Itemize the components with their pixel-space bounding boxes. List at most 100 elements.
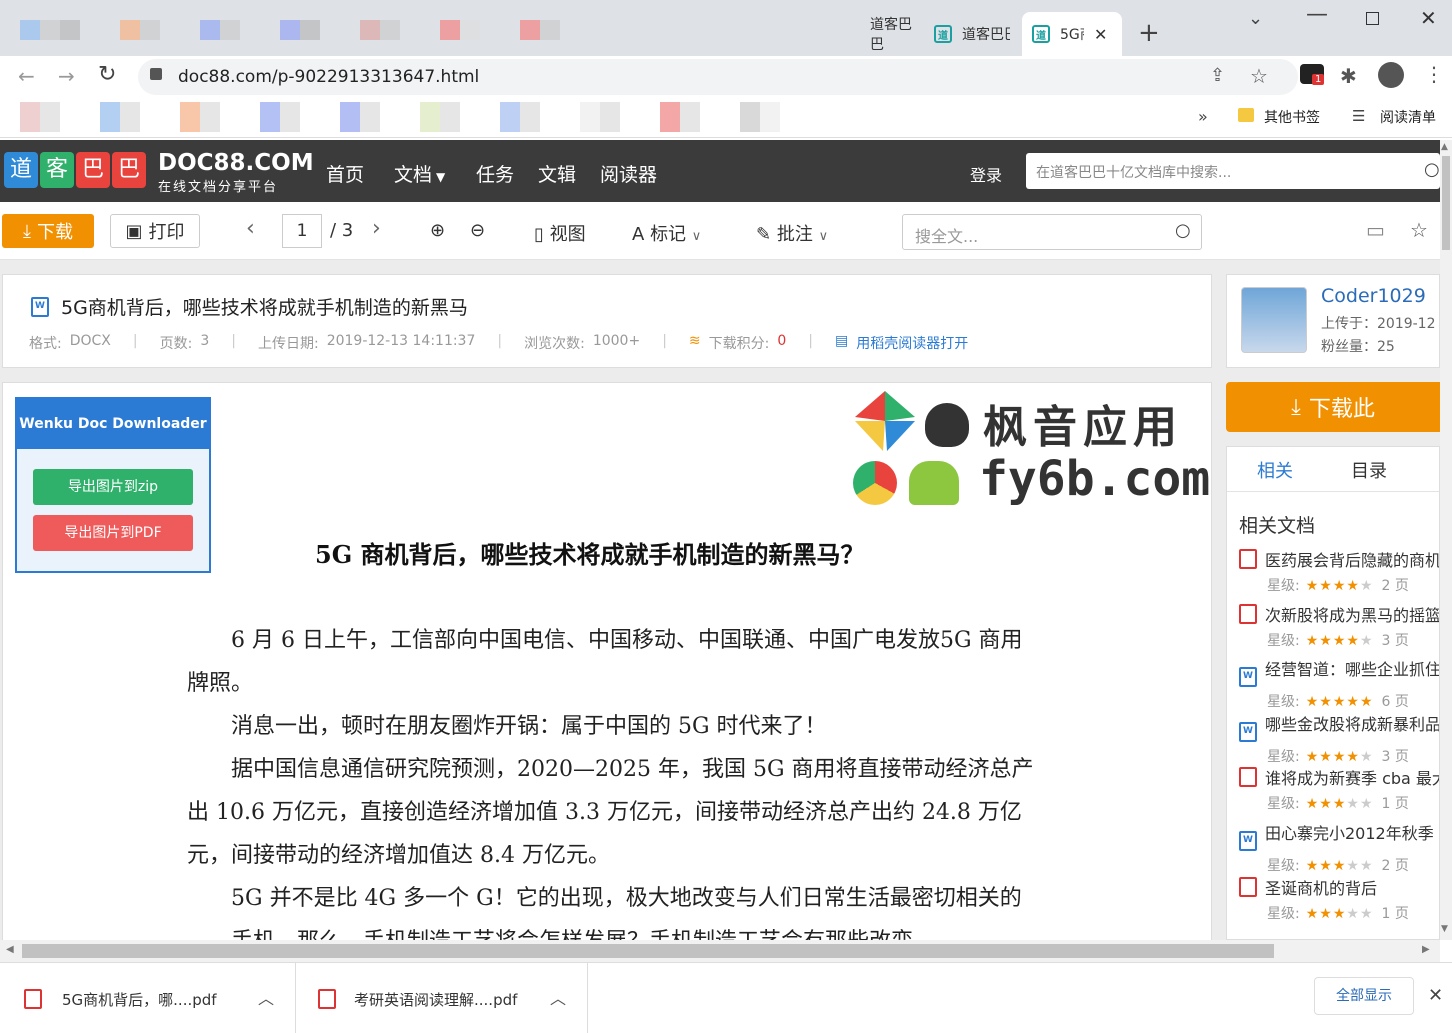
annotate-button[interactable]: ✎ 批注 ∨ [756,220,828,246]
minimize-icon[interactable]: — [1306,2,1328,27]
rating-label: 星级: [1267,578,1300,594]
chevron-up-icon[interactable]: ︿ [550,985,566,1009]
related-title-text: 次新股将成为黑马的摇篮 [1265,605,1440,625]
nav-home[interactable]: 首页 [326,160,364,187]
star-icon: ★ [1305,858,1320,874]
star-icon: ★ [1346,905,1360,922]
scroll-up-icon[interactable]: ▲ [1441,142,1448,152]
page-input[interactable]: 1 [282,214,322,248]
download-doc-button[interactable]: ⤓ 下载此 [1226,382,1440,432]
reading-list[interactable]: 阅读清单 [1380,107,1436,127]
download-item[interactable]: 5G商机背后，哪....pdf ︿ [0,963,296,1033]
maximize-icon[interactable] [1366,12,1379,25]
doc-body: 6 月 6 日上午，工信部向中国电信、中国移动、中国联通、中国广电发放5G 商用… [187,619,1037,941]
star-icon: ★ [1319,796,1333,813]
vertical-scrollbar[interactable]: ▲ ▼ [1440,140,1452,940]
doc-meta: 格式: DOCX | 页数: 3 | 上传日期: 2019-12-13 14:11:3… [29,333,969,353]
star-icon: ★ [1359,748,1374,765]
doc-title: 5G商机背后，哪些技术将成就手机制造的新黑马 [61,297,468,319]
star-icon: ★ [1359,578,1374,594]
related-item[interactable]: W 哪些金改股将成新暴利品 星级: ★★★★★ 3 页 [1239,711,1439,766]
close-window-icon[interactable]: ✕ [1420,6,1437,30]
download-icon: ⤓ [23,220,31,242]
nav-reader[interactable]: 阅读器 [600,160,657,187]
tab-doc88-1[interactable]: 道客巴巴 [860,12,922,56]
show-all-button[interactable]: 全部显示 [1314,977,1414,1015]
search-icon[interactable]: ○ [1175,220,1191,241]
next-page-icon[interactable]: › [372,216,381,241]
extension-icon[interactable]: 1 [1300,64,1325,85]
favorite-star-icon[interactable]: ☆ [1410,218,1428,242]
uploader-avatar[interactable] [1241,287,1307,353]
site-search-input[interactable]: 在道客巴巴十亿文档库中搜索... ○ [1026,153,1440,189]
scroll-down-icon[interactable]: ▼ [1441,924,1448,934]
export-zip-button[interactable]: 导出图片到zip [33,469,193,505]
uploader-name[interactable]: Coder1029 [1321,285,1426,307]
related-title-text: 田心寨完小2012年秋季 [1265,824,1434,843]
tab-toc[interactable]: 目录 [1351,457,1387,483]
forward-icon[interactable]: → [58,64,75,88]
close-downloads-icon[interactable]: ✕ [1428,985,1443,1006]
related-item[interactable]: 圣诞商机的背后 星级: ★★★★★ 1 页 [1239,875,1439,923]
pen-icon: ✎ [756,224,772,245]
related-item[interactable]: W 田心寨完小2012年秋季 星级: ★★★★★ 2 页 [1239,820,1439,875]
back-icon[interactable]: ← [18,64,35,88]
search-icon[interactable]: ○ [1424,159,1440,180]
scroll-thumb[interactable] [1442,156,1450,250]
wenku-title: Wenku Doc Downloader [17,399,209,449]
horizontal-scrollbar[interactable]: ◀ ▶ [0,940,1440,962]
print-button[interactable]: ▣ 打印 [110,214,200,248]
tab-related[interactable]: 相关 [1257,457,1293,483]
related-item[interactable]: 谁将成为新赛季 cba 最大 星级: ★★★★★ 1 页 [1239,765,1439,813]
tab-doc88-2[interactable]: 道 道客巴巴 [924,12,1018,56]
save-icon[interactable]: ▭ [1366,218,1385,242]
view-label: 视图 [549,224,586,245]
omnibox[interactable]: doc88.com/p-9022913313647.html ⇪ ☆ [138,59,1298,95]
profile-avatar-icon[interactable] [1378,62,1404,88]
rating-stars: ★★★★★ [1306,694,1374,710]
related-item[interactable]: 次新股将成为黑马的摇篮 星级: ★★★★★ 3 页 [1239,602,1440,650]
related-item-title: W 哪些金改股将成新暴利品 [1239,711,1439,742]
fulltext-search-input[interactable]: 搜全文... ○ [902,214,1202,250]
menu-kebab-icon[interactable]: ⋮ [1424,62,1444,86]
scroll-thumb[interactable] [22,944,1274,958]
login-link[interactable]: 登录 [970,162,1002,186]
tab-search-chevron-icon[interactable]: ⌄ [1248,8,1263,29]
close-tab-icon[interactable]: ✕ [1094,25,1107,44]
wenku-downloader-panel: Wenku Doc Downloader 导出图片到zip 导出图片到PDF [15,397,211,573]
chevron-down-icon: ∨ [818,229,829,244]
new-tab-icon[interactable]: + [1138,18,1160,48]
site-logo[interactable]: 道 客 巴 巴 [4,152,146,188]
mark-icon: A [632,224,645,245]
other-bookmarks[interactable]: 其他书签 [1264,107,1320,127]
scroll-right-icon[interactable]: ▶ [1422,944,1430,955]
related-item[interactable]: 医药展会背后隐藏的商机 星级: ★★★★★ 2 页 [1239,547,1439,595]
mark-button[interactable]: A 标记 ∨ [632,220,701,246]
chevron-up-icon[interactable]: ︿ [258,985,274,1009]
mark-label: 标记 [650,224,687,245]
related-item-title: W 田心寨完小2012年秋季 [1239,820,1439,851]
share-icon[interactable]: ⇪ [1210,65,1225,86]
tab-5g-active[interactable]: 道 5G商 ✕ [1022,12,1122,56]
page-total: / 3 [330,220,354,241]
zoom-out-icon[interactable]: ⊖ [470,220,485,241]
download-button[interactable]: ⤓ 下载 [2,214,94,248]
reload-icon[interactable]: ↻ [98,62,116,87]
word-icon: W [1239,831,1257,851]
view-button[interactable]: ▯ 视图 [534,220,586,246]
pdf-icon [1239,549,1257,569]
nav-docs[interactable]: 文档 ▼ [394,160,445,187]
prev-page-icon[interactable]: ‹ [246,216,255,241]
related-item[interactable]: W 经营智道：哪些企业抓住 星级: ★★★★★ 6 页 [1239,656,1439,711]
download-item[interactable]: 考研英语阅读理解....pdf ︿ [296,963,588,1033]
bookmarks-overflow[interactable]: » [1198,107,1208,126]
bookmark-star-icon[interactable]: ☆ [1250,64,1268,88]
zoom-in-icon[interactable]: ⊕ [430,220,445,241]
export-pdf-button[interactable]: 导出图片到PDF [33,515,193,551]
star-icon: ★ [1332,632,1347,649]
open-in-reader-link[interactable]: 用稻壳阅读器打开 [856,333,968,353]
puzzle-icon[interactable]: ✱ [1340,64,1357,88]
nav-collections[interactable]: 文辑 [538,160,576,187]
nav-tasks[interactable]: 任务 [476,160,514,187]
scroll-left-icon[interactable]: ◀ [6,944,14,955]
